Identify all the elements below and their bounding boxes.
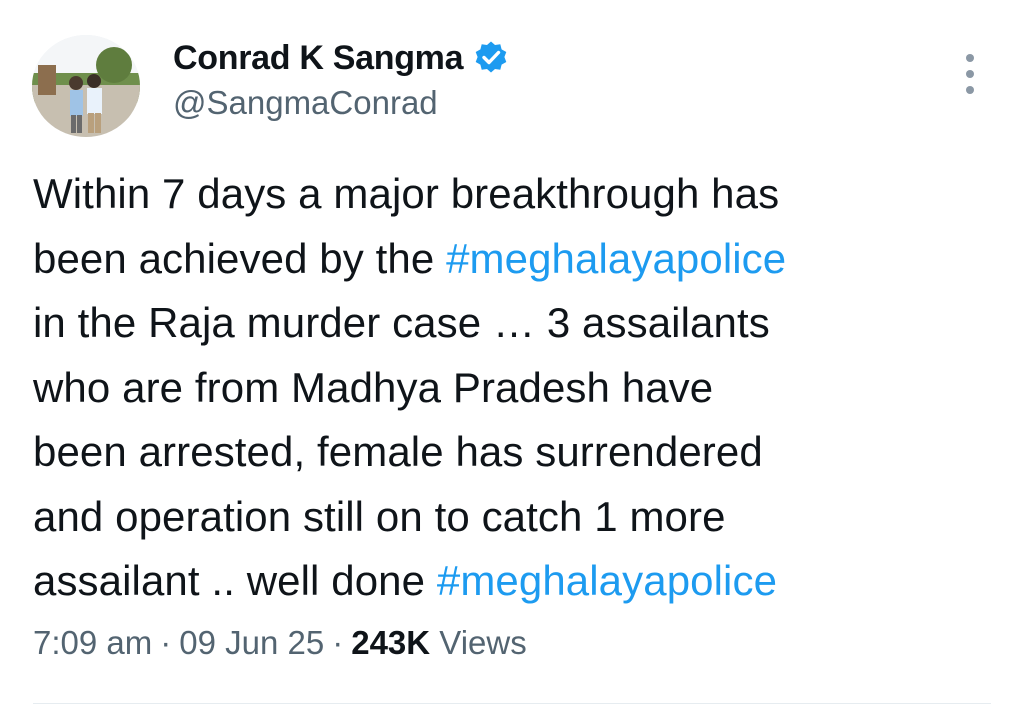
author-display-name[interactable]: Conrad K Sangma: [173, 39, 464, 78]
more-vertical-icon[interactable]: [958, 54, 982, 94]
meta-separator: ·: [332, 624, 344, 661]
views-label: Views: [439, 624, 527, 661]
tweet-time[interactable]: 7:09 am: [33, 624, 152, 662]
tweet-meta: 7:09 am · 09 Jun 25 · 243K Views: [33, 624, 527, 662]
meta-separator: ·: [160, 624, 172, 661]
hashtag-link[interactable]: #meghalayapolice: [446, 235, 786, 282]
divider: [33, 703, 991, 704]
avatar[interactable]: [32, 35, 140, 137]
tweet-date[interactable]: 09 Jun 25: [179, 624, 324, 662]
more-dot: [966, 70, 974, 78]
tweet-card[interactable]: Conrad K Sangma @SangmaConrad Within 7 d…: [0, 0, 1024, 710]
views-count[interactable]: 243K: [351, 624, 430, 661]
author-handle[interactable]: @SangmaConrad: [173, 84, 438, 122]
tweet-text: Within 7 days a major breakthrough has b…: [33, 162, 993, 614]
author-name-row: Conrad K Sangma: [173, 36, 509, 80]
verified-badge-icon: [473, 40, 509, 76]
more-dot: [966, 54, 974, 62]
more-dot: [966, 86, 974, 94]
hashtag-link[interactable]: #meghalayapolice: [437, 557, 777, 604]
